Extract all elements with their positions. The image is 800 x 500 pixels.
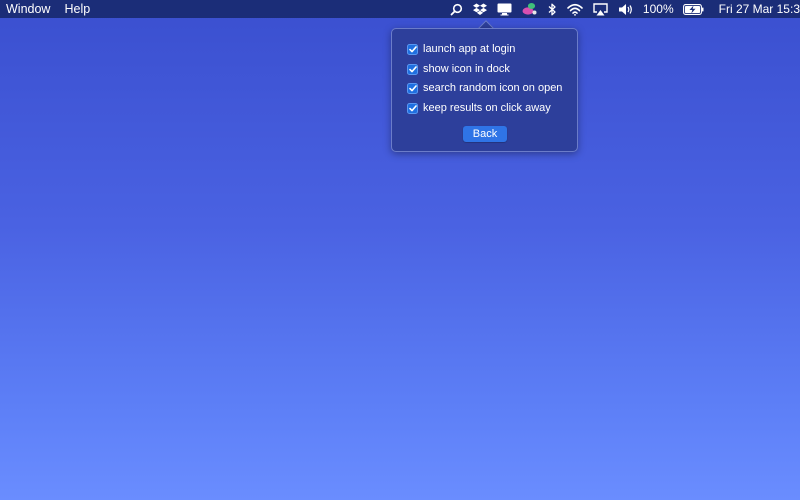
checkmark-icon [408,104,417,111]
bluetooth-icon[interactable] [547,0,557,18]
menu-window[interactable]: Window [6,0,50,18]
display-icon[interactable] [497,0,512,18]
menu-bar: Window Help 100% Fri 27 Mar 15:3 [0,0,800,18]
app-status-icon[interactable] [522,0,537,18]
menu-bar-right: 100% Fri 27 Mar 15:3 [445,0,800,18]
checkbox-search-random-icon[interactable] [407,82,418,94]
checkmark-icon [408,45,417,52]
checkbox-show-icon-in-dock[interactable] [407,63,418,75]
airplay-icon[interactable] [593,0,608,18]
option-search-random-icon[interactable]: search random icon on open [407,81,562,95]
back-button[interactable]: Back [463,126,507,142]
option-launch-at-login[interactable]: launch app at login [407,42,515,56]
checkbox-keep-results[interactable] [407,102,418,114]
option-show-icon-in-dock[interactable]: show icon in dock [407,62,510,76]
wifi-icon[interactable] [567,0,583,18]
dropbox-icon[interactable] [472,0,487,18]
option-keep-results[interactable]: keep results on click away [407,101,551,115]
battery-percent: 100% [642,2,674,16]
search-icon[interactable] [450,0,463,18]
volume-icon[interactable] [618,0,634,18]
option-label: show icon in dock [423,63,510,75]
menu-help[interactable]: Help [64,0,90,18]
checkmark-icon [408,65,417,72]
menu-bar-left: Window Help [0,0,104,18]
checkmark-icon [408,84,417,91]
option-label: keep results on click away [423,102,551,114]
option-label: search random icon on open [423,82,563,94]
battery-charging-icon[interactable] [682,0,704,18]
option-label: launch app at login [423,43,516,55]
checkbox-launch-at-login[interactable] [407,43,418,55]
menu-clock[interactable]: Fri 27 Mar 15:3 [719,0,800,18]
settings-popover: launch app at login show icon in dock se… [391,28,578,152]
